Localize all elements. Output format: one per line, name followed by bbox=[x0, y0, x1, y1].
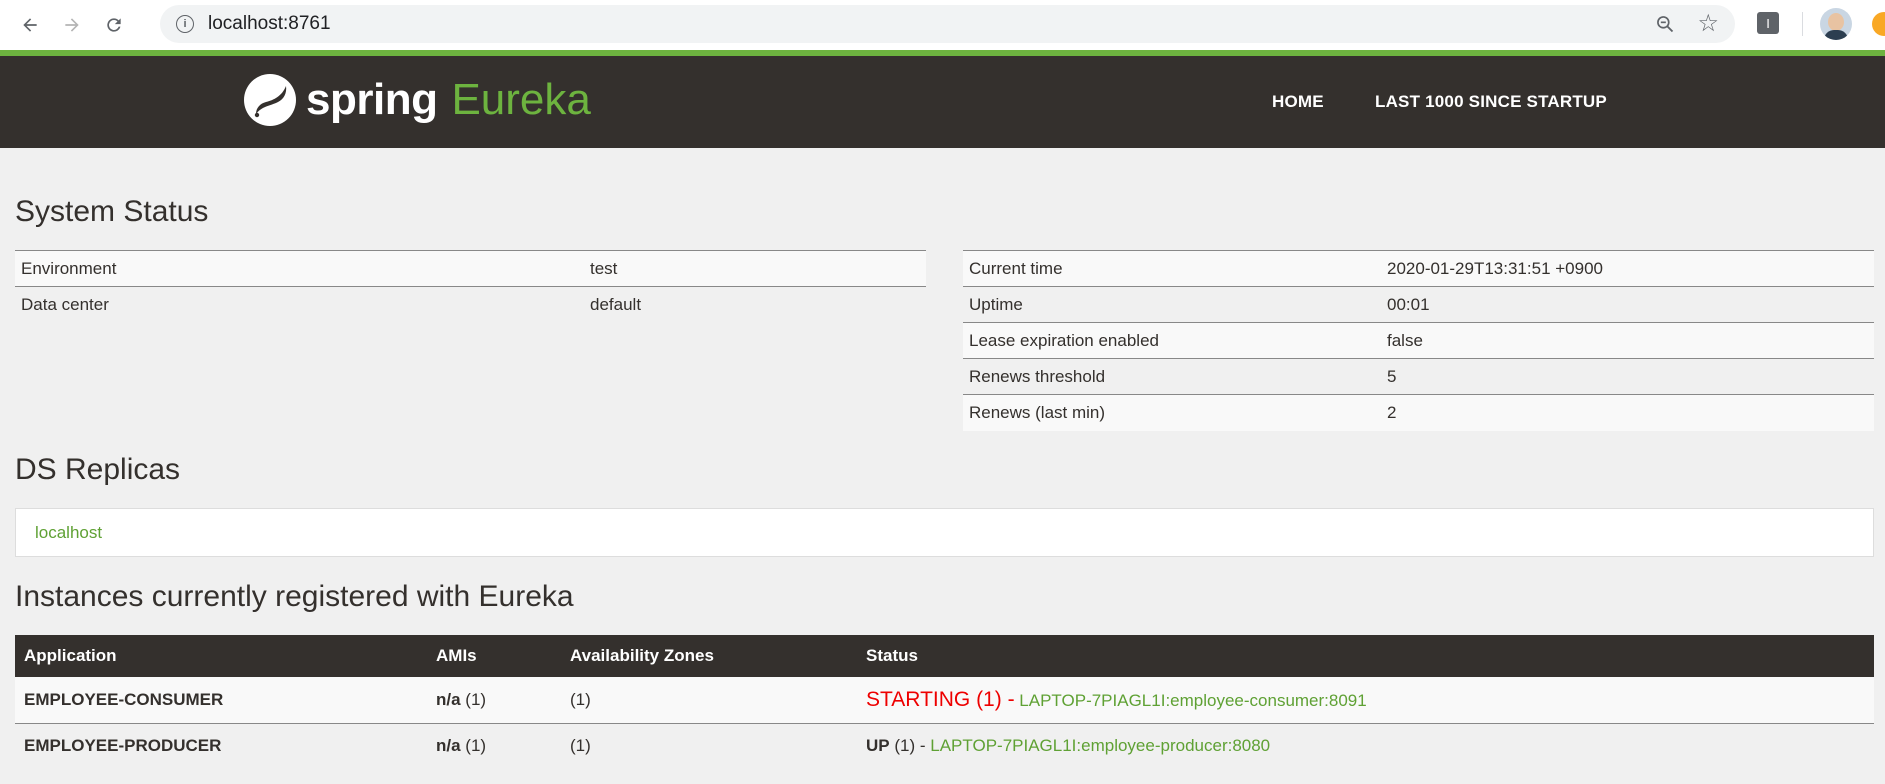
status-key: Data center bbox=[15, 286, 584, 323]
column-header-amis: AMIs bbox=[427, 635, 561, 677]
column-header-zones: Availability Zones bbox=[561, 635, 857, 677]
back-icon[interactable] bbox=[18, 13, 42, 37]
amis-cell: n/a (1) bbox=[427, 723, 561, 769]
table-row: Uptime 00:01 bbox=[963, 286, 1874, 323]
status-up-label: UP bbox=[866, 736, 890, 756]
address-bar[interactable]: i localhost:8761 ☆ bbox=[160, 5, 1735, 43]
status-cell: STARTING (1) - LAPTOP-7PIAGL1I:employee-… bbox=[857, 677, 1874, 724]
site-info-icon[interactable]: i bbox=[176, 15, 194, 33]
application-name: EMPLOYEE-PRODUCER bbox=[15, 723, 427, 769]
status-key: Uptime bbox=[963, 286, 1381, 323]
status-value: 5 bbox=[1381, 358, 1874, 395]
notification-icon[interactable] bbox=[1872, 12, 1885, 36]
table-row: Renews threshold 5 bbox=[963, 358, 1874, 395]
instance-link[interactable]: LAPTOP-7PIAGL1I:employee-consumer:8091 bbox=[1019, 691, 1366, 710]
logo-spring-text: spring bbox=[306, 75, 438, 124]
table-row: Lease expiration enabled false bbox=[963, 322, 1874, 359]
status-cell: UP (1) - LAPTOP-7PIAGL1I:employee-produc… bbox=[857, 723, 1874, 769]
status-value: false bbox=[1381, 322, 1874, 359]
browser-toolbar: i localhost:8761 ☆ I bbox=[0, 0, 1885, 50]
status-key: Current time bbox=[963, 250, 1381, 287]
app-header: spring Eureka HOME LAST 1000 SINCE START… bbox=[0, 56, 1885, 148]
zones-cell: (1) bbox=[561, 677, 857, 724]
instances-table: Application AMIs Availability Zones Stat… bbox=[15, 635, 1874, 769]
instances-heading: Instances currently registered with Eure… bbox=[15, 580, 574, 613]
table-row: Data center default bbox=[15, 286, 926, 323]
table-header-row: Application AMIs Availability Zones Stat… bbox=[15, 635, 1874, 677]
replicas-list: localhost bbox=[15, 508, 1874, 557]
table-row: Renews (last min) 2 bbox=[963, 394, 1874, 431]
ami-value: n/a bbox=[436, 689, 461, 709]
ami-value: n/a bbox=[436, 736, 461, 756]
ami-count: (1) bbox=[465, 736, 487, 756]
profile-avatar[interactable] bbox=[1820, 8, 1852, 40]
ami-count: (1) bbox=[465, 689, 487, 709]
spring-leaf-icon bbox=[244, 74, 296, 126]
nav-last-1000-link[interactable]: LAST 1000 SINCE STARTUP bbox=[1375, 92, 1607, 112]
forward-icon[interactable] bbox=[60, 13, 84, 37]
system-status-right-table: Current time 2020-01-29T13:31:51 +0900 U… bbox=[963, 250, 1874, 431]
status-key: Environment bbox=[15, 250, 584, 287]
system-status-left-table: Environment test Data center default bbox=[15, 250, 926, 323]
zoom-out-icon[interactable] bbox=[1655, 14, 1675, 34]
table-row: Current time 2020-01-29T13:31:51 +0900 bbox=[963, 250, 1874, 287]
url-text[interactable]: localhost:8761 bbox=[208, 13, 331, 35]
amis-cell: n/a (1) bbox=[427, 677, 561, 724]
reload-icon[interactable] bbox=[102, 13, 126, 37]
extension-icon[interactable]: I bbox=[1757, 12, 1779, 34]
status-key: Renews (last min) bbox=[963, 394, 1381, 431]
status-value: 2 bbox=[1381, 394, 1874, 431]
nav-home-link[interactable]: HOME bbox=[1272, 92, 1324, 112]
table-row: EMPLOYEE-PRODUCER n/a (1) (1) UP (1) - L… bbox=[15, 723, 1874, 769]
status-count: (1) - bbox=[894, 736, 926, 756]
column-header-status: Status bbox=[857, 635, 1874, 677]
toolbar-divider bbox=[1802, 12, 1803, 36]
bookmark-star-icon[interactable]: ☆ bbox=[1697, 12, 1719, 36]
zones-cell: (1) bbox=[561, 723, 857, 769]
table-row: Environment test bbox=[15, 250, 926, 287]
spring-eureka-logo[interactable]: spring Eureka bbox=[242, 70, 591, 130]
application-name: EMPLOYEE-CONSUMER bbox=[15, 677, 427, 724]
ds-replicas-heading: DS Replicas bbox=[15, 453, 181, 486]
column-header-application: Application bbox=[15, 635, 427, 677]
table-row: EMPLOYEE-CONSUMER n/a (1) (1) STARTING (… bbox=[15, 677, 1874, 724]
system-status-heading: System Status bbox=[15, 195, 209, 228]
status-key: Lease expiration enabled bbox=[963, 322, 1381, 359]
status-starting-label: STARTING (1) - bbox=[866, 687, 1015, 711]
replica-link[interactable]: localhost bbox=[35, 523, 102, 543]
logo-eureka-text: Eureka bbox=[451, 75, 591, 124]
status-value: test bbox=[584, 250, 926, 287]
status-value: 2020-01-29T13:31:51 +0900 bbox=[1381, 250, 1874, 287]
status-value: default bbox=[584, 286, 926, 323]
status-key: Renews threshold bbox=[963, 358, 1381, 395]
status-value: 00:01 bbox=[1381, 286, 1874, 323]
instance-link[interactable]: LAPTOP-7PIAGL1I:employee-producer:8080 bbox=[930, 736, 1270, 755]
